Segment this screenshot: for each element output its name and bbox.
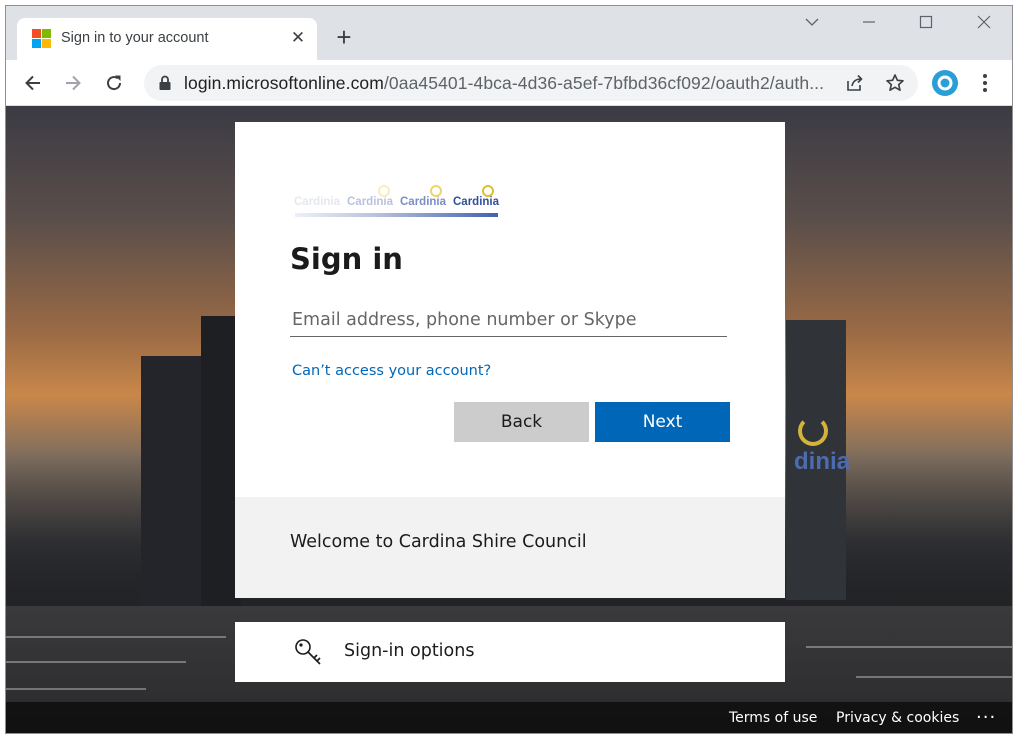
- extension-icon[interactable]: [930, 68, 960, 98]
- next-button[interactable]: Next: [595, 402, 730, 442]
- minimize-icon[interactable]: [849, 14, 889, 38]
- browser-toolbar: login.microsoftonline.com/0aa45401-4bca-…: [6, 60, 1012, 106]
- road-marking: [6, 688, 146, 690]
- road-marking: [6, 661, 186, 663]
- logo-word: Cardinia: [294, 196, 341, 208]
- key-icon: [295, 639, 321, 665]
- road-marking: [6, 636, 226, 638]
- back-button[interactable]: Back: [454, 402, 589, 442]
- more-options-icon[interactable]: ...: [976, 702, 996, 723]
- sign-in-options-label: Sign-in options: [344, 641, 475, 661]
- terms-of-use-link[interactable]: Terms of use: [729, 710, 817, 726]
- maximize-icon[interactable]: [906, 14, 946, 38]
- browser-window: Sign in to your account ✕ + login.micros…: [5, 5, 1013, 734]
- new-tab-button[interactable]: +: [331, 24, 357, 51]
- privacy-cookies-link[interactable]: Privacy & cookies: [836, 710, 959, 726]
- cardinia-logo: Cardinia Cardinia Cardinia Cardinia: [290, 182, 500, 222]
- lock-icon[interactable]: [158, 75, 172, 96]
- url-host: login.microsoftonline.com: [184, 73, 384, 93]
- page-content: dinia Cardinia Cardinia Cardinia Cardini…: [6, 106, 1012, 733]
- road-marking: [806, 646, 1012, 648]
- background-sign-logo: [798, 416, 828, 446]
- bookmark-star-icon[interactable]: [884, 72, 906, 94]
- microsoft-logo-icon: [32, 29, 52, 49]
- sign-in-card: Cardinia Cardinia Cardinia Cardinia Sign…: [235, 122, 785, 598]
- chevron-down-icon[interactable]: [792, 14, 832, 38]
- address-bar[interactable]: login.microsoftonline.com/0aa45401-4bca-…: [144, 65, 918, 101]
- url-path: /0aa45401-4bca-4d36-a5ef-7bfbd36cf092/oa…: [383, 73, 825, 93]
- back-arrow-icon[interactable]: [18, 68, 48, 98]
- logo-word: Cardinia: [453, 196, 500, 208]
- cant-access-link[interactable]: Can’t access your account?: [292, 363, 491, 379]
- logo-word: Cardinia: [347, 196, 394, 208]
- forward-arrow-icon[interactable]: [58, 68, 88, 98]
- page-footer: Terms of use Privacy & cookies ...: [6, 702, 1012, 733]
- reload-icon[interactable]: [99, 68, 129, 98]
- tab-close-button[interactable]: ✕: [287, 27, 309, 49]
- url-text[interactable]: login.microsoftonline.com/0aa45401-4bca-…: [184, 73, 832, 94]
- tab-title: Sign in to your account: [61, 30, 209, 46]
- background-building-sign: dinia: [794, 448, 851, 475]
- logo-sun-icon: [378, 185, 494, 197]
- sign-in-options-button[interactable]: Sign-in options: [235, 622, 785, 682]
- share-icon[interactable]: [844, 72, 866, 94]
- welcome-text: Welcome to Cardina Shire Council: [290, 532, 587, 552]
- road-marking: [856, 676, 1012, 678]
- page-title: Sign in: [290, 242, 403, 276]
- close-icon[interactable]: [964, 14, 1004, 38]
- email-input[interactable]: [290, 304, 727, 337]
- browser-menu-icon[interactable]: [970, 68, 1000, 98]
- welcome-banner: Welcome to Cardina Shire Council: [235, 497, 785, 598]
- browser-tab[interactable]: Sign in to your account ✕: [17, 18, 317, 60]
- logo-word: Cardinia: [400, 196, 447, 208]
- logo-underline: [295, 213, 498, 217]
- tab-strip: Sign in to your account ✕ +: [6, 6, 1012, 60]
